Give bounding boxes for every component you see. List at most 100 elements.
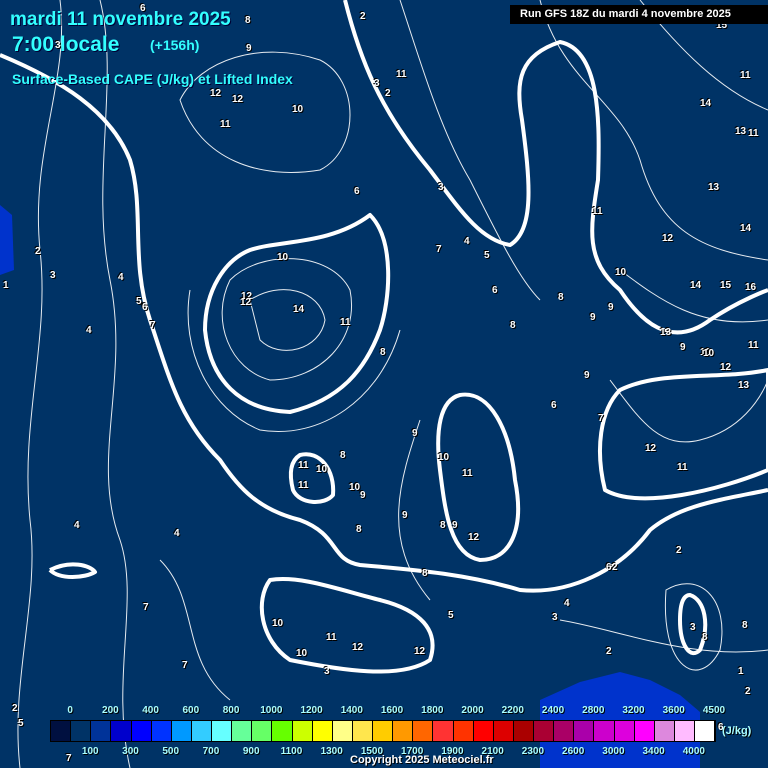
contour-label: 9 <box>680 342 686 353</box>
contour-label: 3 <box>552 612 558 623</box>
forecast-lead: (+156h) <box>150 37 200 53</box>
contour-label: 11 <box>326 632 337 643</box>
contour-label: 8 <box>422 568 428 579</box>
legend-swatch <box>554 721 575 741</box>
contour-label: 13 <box>738 380 750 391</box>
forecast-time: 7:00 locale <box>12 33 120 56</box>
legend-swatch <box>332 721 353 741</box>
contour-label: 7 <box>182 660 188 671</box>
contour-label: 6 <box>492 285 498 296</box>
legend-swatch <box>212 721 233 741</box>
contour-label: 4 <box>118 272 124 283</box>
contour-label: 11 <box>740 70 751 81</box>
contour-label: 12 <box>414 646 426 657</box>
contour-label: 9 <box>402 510 408 521</box>
legend-bottom-label: 1100 <box>280 746 303 757</box>
contour-label: 1 <box>3 280 9 291</box>
legend-swatch <box>131 721 152 741</box>
legend-bottom-label: 900 <box>242 746 260 757</box>
legend-swatch <box>191 721 212 741</box>
contour-label: 6 <box>142 302 148 313</box>
legend-bottom-label: 2600 <box>562 746 585 757</box>
legend-swatch <box>493 721 514 741</box>
legend-swatch <box>695 721 716 741</box>
contour-label: 11 <box>462 468 473 479</box>
contour-label: 4 <box>464 236 470 247</box>
map-title: Surface-Based CAPE (J/kg) et Lifted Inde… <box>12 71 293 87</box>
legend-bottom-label: 2300 <box>521 746 545 757</box>
contour-label: 14 <box>690 280 702 291</box>
contour-label: 8 <box>558 292 564 303</box>
legend-top-label: 4500 <box>702 705 726 716</box>
contour-label: 16 <box>745 282 757 293</box>
contour-label: 11 <box>220 119 231 130</box>
contour-label: 8 <box>245 15 251 26</box>
legend-top-label: 400 <box>142 705 159 716</box>
contour-label: 10 <box>703 348 715 359</box>
contour-label: 8 <box>702 632 708 643</box>
contour-label: 7 <box>436 244 442 255</box>
legend-top-label: 800 <box>222 705 240 716</box>
legend-swatch <box>674 721 695 741</box>
legend-swatch <box>373 721 394 741</box>
legend-swatch <box>453 721 474 741</box>
contour-label: 12 <box>232 94 244 105</box>
contour-label: 11 <box>748 128 759 139</box>
legend-top-label: 2000 <box>461 705 484 716</box>
legend-swatch <box>614 721 635 741</box>
legend-bottom-label: 3000 <box>602 746 625 757</box>
legend-swatch <box>654 721 675 741</box>
contour-label: 10 <box>349 482 361 493</box>
contour-label: 2 <box>612 562 618 573</box>
contour-label: 10 <box>316 464 328 475</box>
contour-label: 2 <box>606 646 612 657</box>
contour-label: 8 <box>440 520 446 531</box>
contour-label: 2 <box>745 686 751 697</box>
contour-label: 9 <box>360 490 366 501</box>
contour-label: 12 <box>468 532 480 543</box>
contour-label: 3 <box>690 622 696 633</box>
contour-label: 13 <box>660 327 672 338</box>
legend-top-label: 200 <box>102 705 119 716</box>
contour-label: 3 <box>324 666 330 677</box>
contour-label: 9 <box>452 520 458 531</box>
contour-label: 6 <box>606 562 612 573</box>
forecast-date: mardi 11 novembre 2025 <box>10 9 231 30</box>
contour-label: 14 <box>700 98 712 109</box>
weather-map: 6 8 2 9 3 11 12 12 10 11 2 3 15 11 11 14 12 6 3 13 11 4 5 14 7 12… <box>0 0 768 768</box>
contour-label: 8 <box>510 320 516 331</box>
legend-top-label: 1400 <box>340 705 363 716</box>
contour-label: 10 <box>615 267 627 278</box>
run-info: Run GFS 18Z du mardi 4 novembre 2025 <box>510 5 768 24</box>
copyright: Copyright 2025 Meteociel.fr <box>350 754 494 766</box>
color-legend <box>50 720 716 742</box>
legend-top-label: 1200 <box>300 705 323 716</box>
contour-label: 3 <box>50 270 56 281</box>
contour-label: 7 <box>143 602 149 613</box>
contour-label: 9 <box>246 43 252 54</box>
contour-label: 11 <box>340 317 351 328</box>
contour-label: 1 <box>738 666 744 677</box>
contour-label: 12 <box>240 297 252 308</box>
contour-label: 5 <box>484 250 490 261</box>
legend-swatch <box>51 721 72 741</box>
legend-top-label: 1600 <box>380 705 404 716</box>
legend-swatch <box>171 721 192 741</box>
legend-swatch <box>312 721 333 741</box>
contour-label: 8 <box>380 347 386 358</box>
legend-swatch <box>574 721 595 741</box>
legend-swatch <box>252 721 273 741</box>
legend-top-label: 2200 <box>501 705 524 716</box>
legend-top-label: 2800 <box>582 705 605 716</box>
contour-label: 5 <box>136 296 142 307</box>
contour-label: 6 <box>354 186 360 197</box>
contour-label: 5 <box>448 610 454 621</box>
contour-label: 9 <box>412 428 418 439</box>
contour-label: 2 <box>12 703 18 714</box>
contour-label: 8 <box>742 620 748 631</box>
contour-label: 10 <box>438 452 450 463</box>
legend-swatch <box>413 721 434 741</box>
legend-swatch <box>513 721 534 741</box>
contour-label: 2 <box>676 545 682 556</box>
legend-swatch <box>272 721 293 741</box>
